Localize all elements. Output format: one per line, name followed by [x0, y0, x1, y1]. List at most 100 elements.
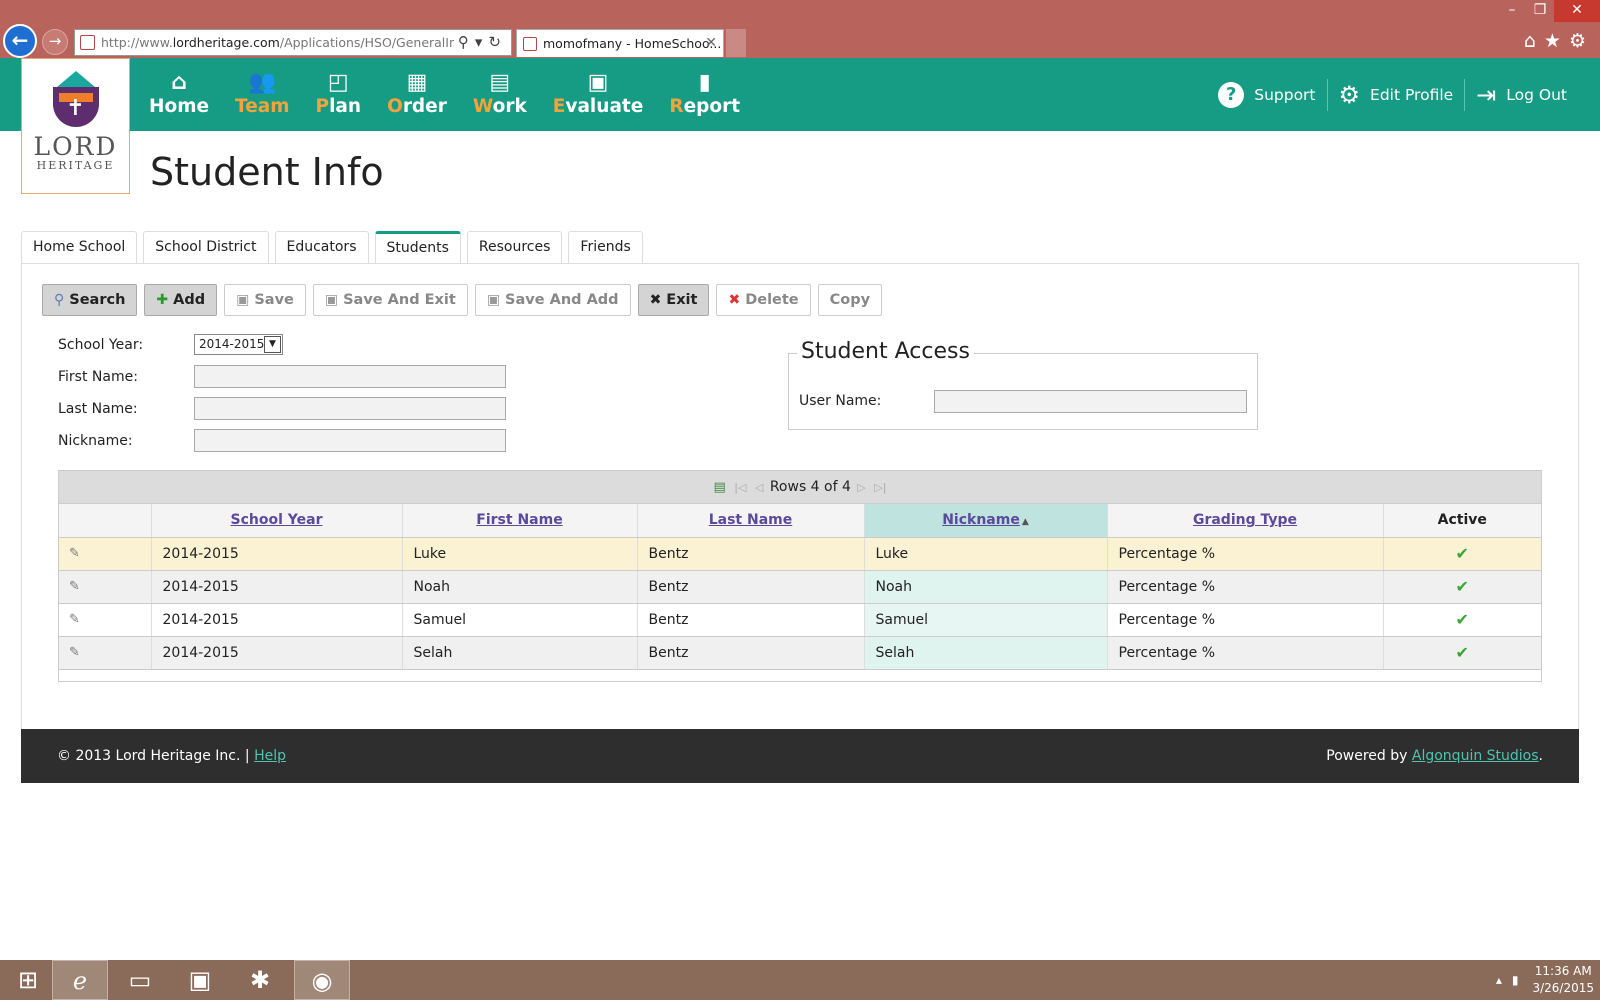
logo-line2: HERITAGE: [36, 159, 115, 172]
cell-last-name: Bentz: [637, 636, 865, 670]
grid-pager: ▤ |◁ ◁ Rows 4 of 4 ▷ ▷|: [59, 471, 1541, 504]
lord-heritage-logo[interactable]: LORD HERITAGE: [21, 58, 130, 194]
column-header-nickname[interactable]: Nickname ▲: [864, 504, 1108, 538]
edit-row-icon[interactable]: ✎: [59, 537, 152, 571]
restore-icon[interactable]: ❐: [1526, 0, 1554, 22]
section-tabs: Home School School District Educators St…: [21, 231, 649, 263]
search-icon[interactable]: ⚲: [458, 33, 475, 51]
column-header-school-year[interactable]: School Year: [151, 504, 403, 538]
magnifier-icon: ⚲: [54, 292, 65, 308]
cell-grading-type: Percentage %: [1107, 636, 1384, 670]
favorites-star-icon[interactable]: ★: [1544, 30, 1569, 52]
file-explorer-icon[interactable]: ▭: [112, 960, 168, 1000]
save-button[interactable]: ▣ Save: [224, 284, 306, 316]
last-name-field[interactable]: [194, 397, 506, 420]
tab-home-school[interactable]: Home School: [21, 231, 138, 263]
search-button[interactable]: ⚲ Search: [42, 284, 138, 316]
exit-button[interactable]: ✖ Exit: [637, 284, 710, 316]
export-icon[interactable]: ▤: [714, 480, 726, 495]
nav-report[interactable]: ▮ Report: [656, 58, 753, 131]
exit-label: Exit: [666, 292, 698, 308]
powered-by-text: Powered by: [1326, 748, 1408, 764]
column-header-last-name[interactable]: Last Name: [637, 504, 865, 538]
add-button[interactable]: ✚ Add: [144, 284, 218, 316]
back-button[interactable]: ←: [3, 24, 37, 58]
internet-explorer-icon[interactable]: ℯ: [52, 960, 108, 1000]
home-icon[interactable]: ⌂: [1524, 30, 1544, 52]
window-controls: – ❐ ✕: [1498, 0, 1600, 22]
next-page-icon[interactable]: ▷: [857, 481, 865, 494]
support-link[interactable]: ? Support: [1207, 78, 1328, 111]
nav-home[interactable]: ⌂ Home: [136, 58, 222, 131]
tray-arrow-icon[interactable]: ▴: [1496, 973, 1502, 987]
copy-button[interactable]: Copy: [817, 284, 883, 316]
chrome-icon[interactable]: ◉: [294, 960, 350, 1000]
last-page-icon[interactable]: ▷|: [874, 481, 886, 494]
cell-last-name: Bentz: [637, 570, 865, 604]
forward-button[interactable]: →: [42, 29, 68, 55]
column-header-grading-type[interactable]: Grading Type: [1107, 504, 1384, 538]
table-row[interactable]: ✎ 2014-2015 Noah Bentz Noah Percentage %…: [59, 570, 1541, 604]
close-tab-icon[interactable]: ✕: [705, 30, 717, 57]
user-name-field[interactable]: [934, 390, 1247, 413]
table-row[interactable]: ✎ 2014-2015 Selah Bentz Selah Percentage…: [59, 636, 1541, 670]
tab-students[interactable]: Students: [374, 231, 461, 263]
refresh-icon[interactable]: ↻: [488, 33, 507, 51]
nav-evaluate[interactable]: ▣ Evaluate: [540, 58, 657, 131]
save-and-exit-button[interactable]: ▣ Save And Exit: [312, 284, 468, 316]
nav-team[interactable]: 👥 Team: [222, 58, 302, 131]
app-icon[interactable]: ✱: [232, 960, 288, 1000]
column-header-first-name[interactable]: First Name: [402, 504, 638, 538]
network-icon[interactable]: ▮: [1512, 973, 1519, 987]
browser-tab[interactable]: momofmany - HomeSchoo... ✕: [516, 29, 724, 57]
system-tray: ▴ ▮ 11:36 AM 3/26/2015: [1496, 960, 1594, 1000]
cell-first-name: Samuel: [402, 603, 638, 637]
cell-school-year: 2014-2015: [151, 603, 403, 637]
table-row[interactable]: ✎ 2014-2015 Samuel Bentz Samuel Percenta…: [59, 603, 1541, 637]
tab-resources[interactable]: Resources: [466, 231, 563, 263]
cell-nickname: Selah: [864, 636, 1108, 670]
tab-educators[interactable]: Educators: [274, 231, 369, 263]
site-footer: © 2013 Lord Heritage Inc. | Help Powered…: [21, 729, 1579, 783]
nickname-label: Nickname:: [58, 433, 133, 449]
prev-page-icon[interactable]: ◁: [755, 481, 763, 494]
save-and-add-button[interactable]: ▣ Save And Add: [474, 284, 631, 316]
close-window-icon[interactable]: ✕: [1554, 0, 1600, 22]
page-title: Student Info: [150, 150, 384, 194]
table-row[interactable]: ✎ 2014-2015 Luke Bentz Luke Percentage %…: [59, 537, 1541, 571]
help-link[interactable]: Help: [254, 748, 286, 764]
edit-row-icon[interactable]: ✎: [59, 603, 152, 637]
nav-team-initial: T: [235, 96, 246, 117]
nav-work[interactable]: ▤ Work: [460, 58, 540, 131]
tab-friends[interactable]: Friends: [568, 231, 643, 263]
address-bar[interactable]: http://www.lordheritage.com/Applications…: [74, 29, 512, 56]
store-icon[interactable]: ▣: [172, 960, 228, 1000]
first-name-field[interactable]: [194, 365, 506, 388]
clock-date: 3/26/2015: [1532, 981, 1594, 995]
dropdown-icon[interactable]: ▾: [475, 33, 489, 51]
floppy-icon: ▣: [236, 292, 250, 308]
minimize-icon[interactable]: –: [1498, 0, 1526, 22]
edit-row-icon[interactable]: ✎: [59, 636, 152, 670]
logout-icon: ⇥: [1476, 80, 1497, 109]
tab-favicon-icon: [523, 37, 537, 51]
delete-button[interactable]: ✖ Delete: [716, 284, 811, 316]
footer-right: Powered by Algonquin Studios.: [1326, 729, 1543, 783]
edit-profile-link[interactable]: ⚙ Edit Profile: [1328, 78, 1466, 111]
school-year-select[interactable]: 2014-2015 ▼: [194, 334, 283, 355]
log-out-link[interactable]: ⇥ Log Out: [1465, 79, 1578, 111]
new-tab-button[interactable]: [726, 29, 746, 57]
nickname-field[interactable]: [194, 429, 506, 452]
edit-row-icon[interactable]: ✎: [59, 570, 152, 604]
nav-plan[interactable]: ◰ Plan: [303, 58, 375, 131]
nav-report-label: eport: [683, 96, 741, 117]
tab-school-district[interactable]: School District: [143, 231, 269, 263]
algonquin-studios-link[interactable]: Algonquin Studios: [1412, 748, 1539, 764]
windows-start-icon[interactable]: ⊞: [0, 960, 56, 1000]
site-favicon-icon: [80, 35, 95, 50]
clock[interactable]: 11:36 AM 3/26/2015: [1532, 963, 1594, 997]
first-page-icon[interactable]: |◁: [734, 481, 746, 494]
nav-order[interactable]: ▦ Order: [374, 58, 460, 131]
settings-gear-icon[interactable]: ⚙: [1569, 30, 1594, 52]
nav-evaluate-label: valuate: [565, 96, 644, 117]
